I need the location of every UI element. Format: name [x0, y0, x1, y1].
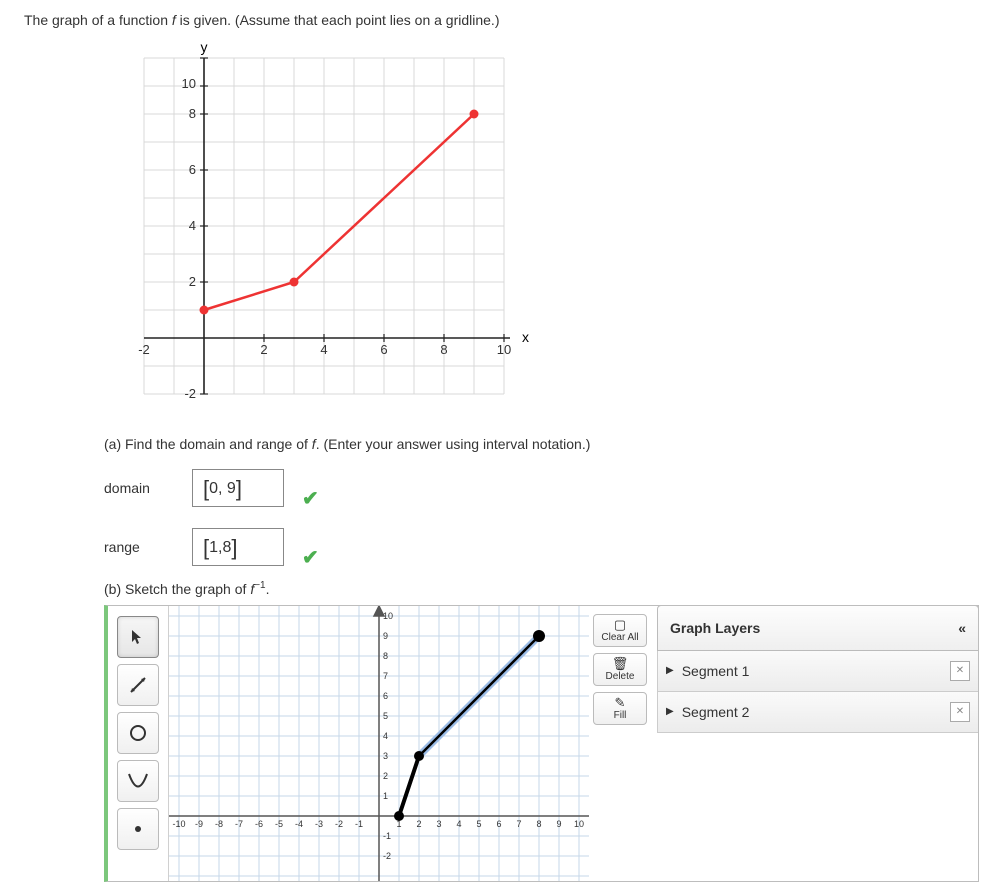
svg-text:y: y — [201, 39, 208, 55]
svg-text:2: 2 — [260, 342, 267, 357]
svg-text:6: 6 — [189, 162, 196, 177]
graph-tool: -10 -9 -8 -7 -6 -5 -4 -3 -2 -1 1 2 3 4 5 6 7 8 9 10 -2 -1 1… — [104, 605, 979, 882]
svg-text:10: 10 — [383, 611, 393, 621]
svg-text:8: 8 — [440, 342, 447, 357]
svg-text:4: 4 — [189, 218, 196, 233]
svg-text:-1: -1 — [383, 831, 391, 841]
prompt-post: is given. (Assume that each point lies o… — [176, 12, 500, 28]
function-graph: -2 2 4 6 8 10 -2 2 4 6 8 10 x y — [124, 38, 972, 418]
svg-text:5: 5 — [383, 711, 388, 721]
check-icon: ✔ — [302, 545, 319, 570]
svg-text:-9: -9 — [195, 819, 203, 829]
tool-parabola[interactable] — [117, 760, 159, 802]
svg-text:5: 5 — [476, 819, 481, 829]
prompt-pre: The graph of a function — [24, 12, 172, 28]
domain-field[interactable]: [[0, 9]0, 9] — [192, 469, 284, 507]
svg-text:8: 8 — [536, 819, 541, 829]
svg-text:-10: -10 — [172, 819, 185, 829]
delete-button[interactable]: 🗑 Delete — [593, 653, 647, 686]
svg-text:-2: -2 — [184, 386, 196, 401]
check-icon: ✔ — [302, 486, 319, 511]
svg-text:8: 8 — [189, 106, 196, 121]
svg-text:-1: -1 — [355, 819, 363, 829]
trash-icon: 🗑 — [612, 657, 629, 670]
layers-header[interactable]: Graph Layers « — [657, 605, 979, 651]
sketch-canvas[interactable]: -10 -9 -8 -7 -6 -5 -4 -3 -2 -1 1 2 3 4 5 6 7 8 9 10 -2 -1 1… — [169, 606, 589, 881]
svg-text:6: 6 — [380, 342, 387, 357]
svg-text:2: 2 — [189, 274, 196, 289]
svg-text:2: 2 — [383, 771, 388, 781]
svg-text:-2: -2 — [138, 342, 150, 357]
part-b-text: (b) Sketch the graph of f−1. — [104, 580, 972, 597]
svg-text:-3: -3 — [315, 819, 323, 829]
stop-icon: ▢ — [614, 618, 626, 631]
layers-panel: Graph Layers « ▶ Segment 1 ✕ ▶ Segment 2… — [657, 605, 979, 881]
fill-button[interactable]: ✎ Fill — [593, 692, 647, 725]
fill-icon: ✎ — [615, 696, 626, 709]
layer-row[interactable]: ▶ Segment 1 ✕ — [657, 651, 979, 692]
svg-text:-5: -5 — [275, 819, 283, 829]
svg-text:6: 6 — [383, 691, 388, 701]
tool-pointer[interactable] — [117, 616, 159, 658]
svg-text:4: 4 — [320, 342, 327, 357]
domain-label: domain — [104, 480, 174, 496]
svg-text:-8: -8 — [215, 819, 223, 829]
svg-text:3: 3 — [436, 819, 441, 829]
svg-text:-2: -2 — [383, 851, 391, 861]
delete-layer-icon[interactable]: ✕ — [950, 702, 970, 722]
svg-text:8: 8 — [383, 651, 388, 661]
clear-all-button[interactable]: ▢ Clear All — [593, 614, 647, 647]
layer-row[interactable]: ▶ Segment 2 ✕ — [657, 692, 979, 733]
svg-text:10: 10 — [182, 76, 196, 91]
svg-text:9: 9 — [556, 819, 561, 829]
range-field[interactable]: [1,8][1,8] — [192, 528, 284, 566]
part-a-text: (a) Find the domain and range of f. (Ent… — [104, 436, 972, 452]
question-prompt: The graph of a function f is given. (Ass… — [24, 12, 972, 28]
svg-text:4: 4 — [456, 819, 461, 829]
action-buttons: ▢ Clear All 🗑 Delete ✎ Fill — [589, 606, 651, 881]
collapse-icon[interactable]: « — [958, 620, 966, 636]
expand-icon[interactable]: ▶ — [666, 665, 674, 676]
tool-segment[interactable] — [117, 664, 159, 706]
svg-text:2: 2 — [416, 819, 421, 829]
range-label: range — [104, 539, 174, 555]
svg-text:3: 3 — [383, 751, 388, 761]
svg-text:1: 1 — [383, 791, 388, 801]
tool-circle[interactable] — [117, 712, 159, 754]
svg-text:9: 9 — [383, 631, 388, 641]
svg-text:x: x — [522, 329, 529, 345]
svg-text:-4: -4 — [295, 819, 303, 829]
svg-text:4: 4 — [383, 731, 388, 741]
svg-text:-7: -7 — [235, 819, 243, 829]
svg-text:10: 10 — [574, 819, 584, 829]
tool-point[interactable] — [117, 808, 159, 850]
svg-text:-2: -2 — [335, 819, 343, 829]
svg-text:7: 7 — [516, 819, 521, 829]
expand-icon[interactable]: ▶ — [666, 706, 674, 717]
svg-text:10: 10 — [497, 342, 511, 357]
svg-text:7: 7 — [383, 671, 388, 681]
tool-palette — [108, 606, 169, 881]
delete-layer-icon[interactable]: ✕ — [950, 661, 970, 681]
svg-text:6: 6 — [496, 819, 501, 829]
svg-text:-6: -6 — [255, 819, 263, 829]
